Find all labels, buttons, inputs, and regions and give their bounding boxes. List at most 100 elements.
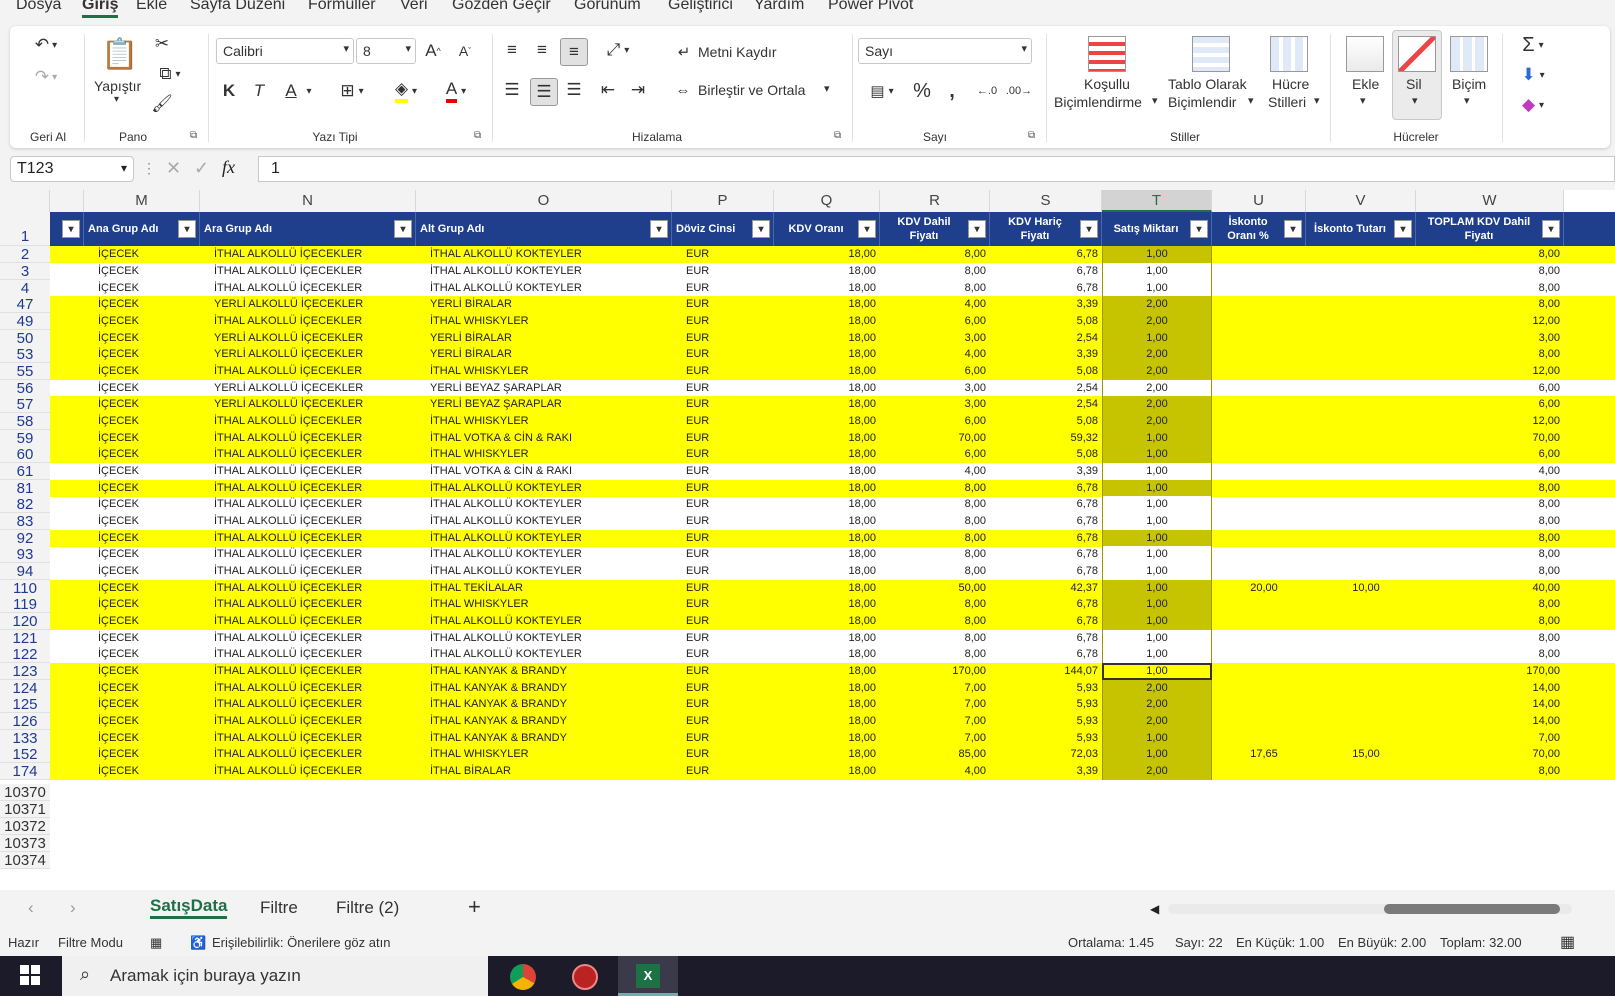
table-cell[interactable]: 8,00 [892, 280, 988, 297]
table-cell[interactable]: İTHAL ALKOLLÜ KOKTEYLER [428, 280, 670, 297]
format-cells-icon[interactable] [1450, 36, 1488, 72]
row-header[interactable]: 133 [0, 730, 50, 747]
table-cell[interactable]: 12,00 [1428, 363, 1562, 380]
table-cell[interactable]: İÇECEK [96, 613, 198, 630]
fill-down-icon[interactable]: ⬇ ▾ [1510, 62, 1556, 88]
table-cell[interactable]: 12,00 [1428, 413, 1562, 430]
table-cell[interactable]: YERLİ BİRALAR [428, 330, 670, 347]
row-header[interactable]: 59 [0, 430, 50, 447]
table-cell[interactable] [1318, 413, 1414, 430]
table-cell[interactable]: 18,00 [786, 296, 878, 313]
row-header[interactable]: 120 [0, 613, 50, 630]
sayi-launcher-icon[interactable]: ⧉ [1028, 130, 1035, 141]
table-cell[interactable]: 18,00 [786, 363, 878, 380]
table-cell[interactable]: EUR [684, 246, 772, 263]
table-cell[interactable] [1224, 563, 1304, 580]
table-cell[interactable]: 18,00 [786, 346, 878, 363]
table-cell[interactable]: 1,00 [1102, 330, 1212, 347]
table-cell[interactable] [1224, 496, 1304, 513]
table-cell[interactable]: 3,00 [1428, 330, 1562, 347]
delete-cells-button[interactable]: Sil [1406, 76, 1422, 92]
row-header[interactable]: 122 [0, 646, 50, 663]
table-cell[interactable]: 1,00 [1102, 663, 1212, 680]
font-size-combo[interactable]: 8 ▾ [356, 38, 416, 64]
table-cell[interactable]: 2,00 [1102, 313, 1212, 330]
table-cell[interactable]: 1,00 [1102, 630, 1212, 647]
table-cell[interactable]: İTHAL WHISKYLER [428, 596, 670, 613]
table-cell[interactable]: 1,00 [1102, 280, 1212, 297]
table-cell[interactable]: 8,00 [892, 613, 988, 630]
table-cell[interactable]: İÇECEK [96, 346, 198, 363]
row-header[interactable]: 92 [0, 530, 50, 547]
table-cell[interactable]: İTHAL ALKOLLÜ İÇECEKLER [212, 630, 414, 647]
table-cell[interactable]: İTHAL VOTKA & CİN & RAKI [428, 430, 670, 447]
table-cell[interactable]: 70,00 [1428, 746, 1562, 763]
table-cell[interactable]: İTHAL WHISKYLER [428, 446, 670, 463]
cell-styles-line1[interactable]: Hücre [1272, 76, 1309, 92]
table-cell[interactable]: İÇECEK [96, 763, 198, 780]
table-cell[interactable]: 5,08 [1002, 313, 1100, 330]
align-top-icon[interactable]: ≡ [500, 38, 524, 62]
table-cell[interactable]: EUR [684, 446, 772, 463]
table-cell[interactable]: 8,00 [1428, 596, 1562, 613]
table-cell[interactable] [1224, 380, 1304, 397]
table-cell[interactable]: 85,00 [892, 746, 988, 763]
table-cell[interactable]: 70,00 [892, 430, 988, 447]
table-cell[interactable] [1318, 496, 1414, 513]
table-cell[interactable]: YERLİ ALKOLLÜ İÇECEKLER [212, 346, 414, 363]
table-cell[interactable] [1224, 263, 1304, 280]
table-cell[interactable]: İÇECEK [96, 363, 198, 380]
orientation-icon[interactable]: ⤢ ▾ [598, 38, 638, 62]
chevron-down-icon[interactable]: ▾ [1314, 94, 1320, 107]
row-header[interactable]: 2 [0, 246, 50, 263]
filter-dropdown-icon[interactable]: ▾ [62, 220, 80, 238]
table-cell[interactable] [1318, 296, 1414, 313]
filter-dropdown-icon[interactable]: ▾ [1190, 220, 1208, 238]
name-box[interactable]: T123 ▾ [10, 156, 134, 182]
table-cell[interactable] [1224, 246, 1304, 263]
col-header-Q[interactable]: Q [774, 190, 880, 212]
cell-styles-button[interactable]: Stilleri [1268, 94, 1306, 110]
table-cell[interactable]: 4,00 [892, 463, 988, 480]
row-header[interactable]: 50 [0, 330, 50, 347]
italic-button[interactable]: T [248, 78, 270, 104]
table-cell[interactable]: 5,93 [1002, 730, 1100, 747]
table-cell[interactable]: 18,00 [786, 430, 878, 447]
table-cell[interactable]: İTHAL KANYAK & BRANDY [428, 696, 670, 713]
table-cell[interactable]: 18,00 [786, 630, 878, 647]
table-cell[interactable] [1318, 330, 1414, 347]
table-cell[interactable]: İTHAL ALKOLLÜ KOKTEYLER [428, 480, 670, 497]
add-sheet-button[interactable]: + [468, 894, 481, 920]
merge-center-button[interactable]: Birleştir ve Ortala [698, 82, 805, 98]
underline-dropdown-icon[interactable]: ▾ [302, 78, 316, 104]
table-cell[interactable]: 4,00 [892, 763, 988, 780]
table-cell[interactable]: EUR [684, 413, 772, 430]
table-cell[interactable]: YERLİ BEYAZ ŞARAPLAR [428, 380, 670, 397]
chevron-down-icon[interactable]: ▾ [1248, 94, 1254, 107]
table-cell[interactable]: 8,00 [1428, 530, 1562, 547]
decrease-font-icon[interactable]: Aˇ [454, 38, 476, 64]
col-header-M[interactable]: M [84, 190, 200, 212]
table-cell[interactable]: 20,00 [1224, 580, 1304, 597]
filter-dropdown-icon[interactable]: ▾ [1080, 220, 1098, 238]
table-cell[interactable]: 8,00 [892, 630, 988, 647]
menu-yardim[interactable]: Yardım [754, 0, 804, 14]
table-cell[interactable]: İÇECEK [96, 696, 198, 713]
status-accessibility[interactable]: Erişilebilirlik: Önerilere göz atın [212, 935, 390, 950]
table-cell[interactable]: 15,00 [1318, 746, 1414, 763]
table-cell[interactable]: 5,08 [1002, 446, 1100, 463]
table-cell[interactable]: 6,78 [1002, 546, 1100, 563]
format-painter-icon[interactable]: 🖌 [150, 92, 174, 116]
table-cell[interactable]: İÇECEK [96, 513, 198, 530]
table-cell[interactable]: İÇECEK [96, 730, 198, 747]
enter-icon[interactable]: ✓ [194, 158, 209, 179]
table-cell[interactable]: 18,00 [786, 596, 878, 613]
table-cell[interactable]: YERLİ ALKOLLÜ İÇECEKLER [212, 396, 414, 413]
menu-gelistirici[interactable]: Geliştirici [668, 0, 733, 14]
cancel-icon[interactable]: ✕ [166, 158, 181, 179]
table-cell[interactable]: İÇECEK [96, 480, 198, 497]
table-cell[interactable]: 12,00 [1428, 313, 1562, 330]
table-cell[interactable]: İÇECEK [96, 313, 198, 330]
table-cell[interactable]: 6,00 [892, 446, 988, 463]
table-cell[interactable]: 170,00 [892, 663, 988, 680]
